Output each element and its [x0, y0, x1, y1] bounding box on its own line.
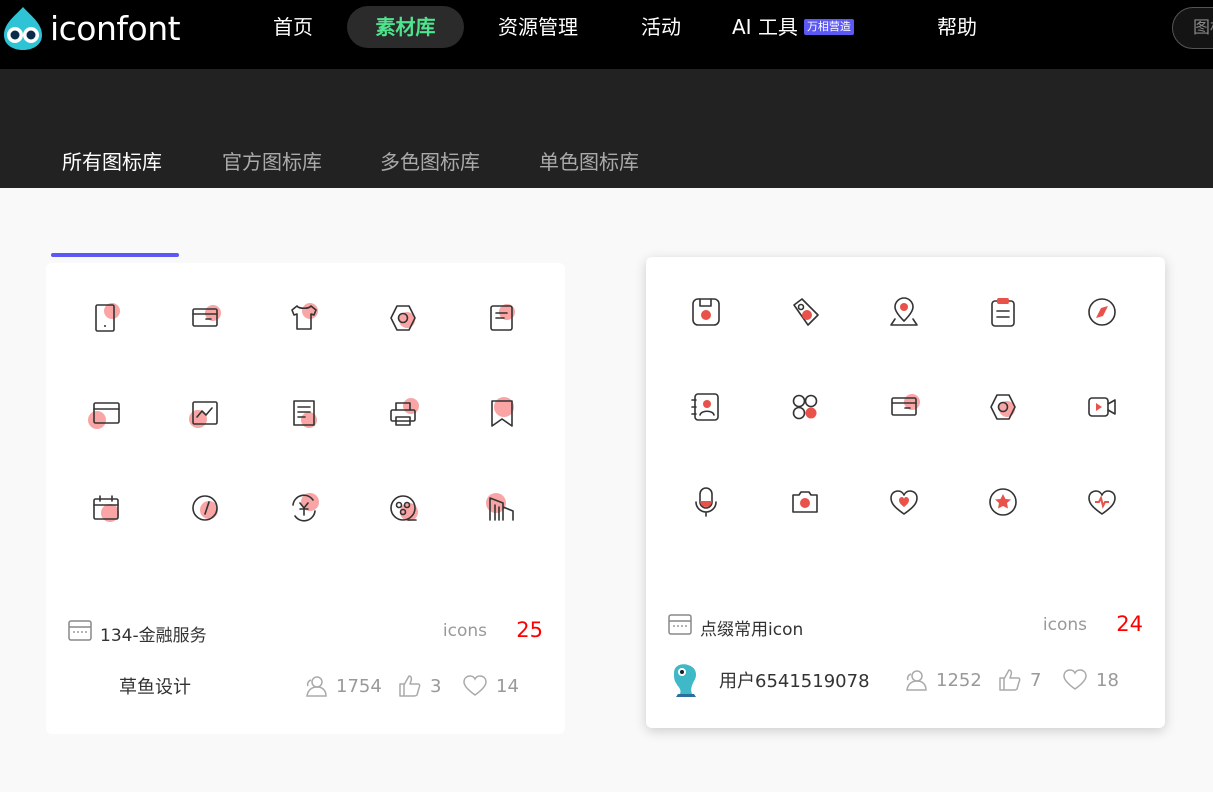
- location-pin-icon: [879, 287, 929, 337]
- favorites-stat[interactable]: 18: [1062, 667, 1119, 693]
- card-icon: [81, 388, 131, 438]
- icons-count: 24: [1116, 612, 1143, 636]
- tab-official-libraries[interactable]: 官方图标库: [222, 138, 322, 186]
- nav-ai-tools-label: AI 工具: [732, 15, 798, 39]
- building-icon: [477, 483, 527, 533]
- users-icon: [906, 670, 927, 691]
- wallet-icon: [879, 382, 929, 432]
- heart-icon: [879, 477, 929, 527]
- clipboard-icon: [978, 287, 1028, 337]
- heart-outline-icon: [1063, 669, 1087, 690]
- contacts-icon: [681, 382, 731, 432]
- printer-icon: [378, 388, 428, 438]
- icons-count: 25: [516, 618, 543, 642]
- note-icon: [477, 293, 527, 343]
- author-stats: 用户6541519078 1252 7 18: [668, 661, 1143, 697]
- favorites-stat[interactable]: 14: [462, 673, 519, 699]
- avatar[interactable]: [668, 661, 702, 697]
- icon-library-card[interactable]: 点缀常用icon icons 24 用户6541519078 1252 7 18: [646, 257, 1165, 728]
- likes-stat[interactable]: 7: [998, 667, 1041, 693]
- thumbs-up-icon: [399, 675, 421, 697]
- nav-home[interactable]: 首页: [258, 6, 328, 48]
- collection-icon: [68, 620, 92, 641]
- camera-icon: [780, 477, 830, 527]
- author-name[interactable]: 草鱼设计: [119, 673, 191, 699]
- shirt-icon: [279, 293, 329, 343]
- likes-count: 3: [430, 675, 442, 697]
- users-stat: 1252: [904, 667, 982, 693]
- collection-icon: [668, 614, 692, 635]
- tab-all-libraries[interactable]: 所有图标库: [62, 138, 162, 186]
- favorites-count: 14: [496, 675, 519, 697]
- compass-icon: [1077, 287, 1127, 337]
- users-stat: 1754: [304, 673, 382, 699]
- library-tabs-bar: 所有图标库 官方图标库 多色图标库 单色图标库: [0, 69, 1213, 257]
- collection-info: 点缀常用icon icons 24: [668, 611, 1143, 641]
- star-badge-icon: [978, 477, 1028, 527]
- nav-resource-management[interactable]: 资源管理: [486, 6, 590, 48]
- chart-icon: [180, 388, 230, 438]
- bookmark-icon: [477, 388, 527, 438]
- gauge-icon: [180, 483, 230, 533]
- video-icon: [1077, 382, 1127, 432]
- author-stats: 草鱼设计 1754 3 14: [68, 667, 543, 703]
- coins-icon: [378, 483, 428, 533]
- apps-icon: [780, 382, 830, 432]
- ai-badge: 万相营造: [803, 18, 854, 35]
- active-tab-indicator: [51, 253, 179, 257]
- thumbs-up-icon: [999, 669, 1021, 691]
- icon-library-card[interactable]: 134-金融服务 icons 25 草鱼设计 1754 3 14: [46, 263, 565, 734]
- microphone-icon: [681, 477, 731, 527]
- logo-mascot-icon: [4, 7, 42, 50]
- author-name[interactable]: 用户6541519078: [719, 667, 870, 693]
- yen-cycle-icon: [279, 483, 329, 533]
- hexagon-icon: [378, 293, 428, 343]
- users-count: 1754: [336, 675, 382, 697]
- tab-multicolor-libraries[interactable]: 多色图标库: [380, 138, 480, 186]
- likes-count: 7: [1030, 669, 1042, 691]
- users-count: 1252: [936, 669, 982, 691]
- calendar-icon: [81, 483, 131, 533]
- collection-name[interactable]: 134-金融服务: [100, 621, 207, 646]
- hexagon-icon: [978, 382, 1028, 432]
- iconfont-logo[interactable]: iconfont: [0, 5, 181, 51]
- heart-pulse-icon: [1077, 477, 1127, 527]
- likes-stat[interactable]: 3: [398, 673, 441, 699]
- tag-icon: [780, 287, 830, 337]
- wallet-icon: [180, 293, 230, 343]
- icons-label: icons: [1042, 615, 1087, 635]
- tab-monochrome-libraries[interactable]: 单色图标库: [539, 138, 639, 186]
- tablet-icon: [81, 293, 131, 343]
- heart-outline-icon: [463, 675, 487, 696]
- icons-label: icons: [442, 621, 487, 641]
- collection-info: 134-金融服务 icons 25: [68, 617, 543, 647]
- save-icon: [681, 287, 731, 337]
- nav-help[interactable]: 帮助: [922, 6, 992, 48]
- top-navbar: iconfont 首页 素材库 资源管理 活动 AI 工具万相营造 帮助 图标: [0, 0, 1213, 69]
- favorites-count: 18: [1096, 669, 1119, 691]
- nav-activities[interactable]: 活动: [628, 6, 694, 48]
- document-icon: [279, 388, 329, 438]
- nav-ai-tools[interactable]: AI 工具 万相营造: [732, 6, 882, 48]
- logo-text: iconfont: [50, 8, 181, 48]
- search-input[interactable]: 图标: [1172, 7, 1213, 49]
- collection-name[interactable]: 点缀常用icon: [700, 615, 803, 640]
- nav-materials[interactable]: 素材库: [347, 6, 464, 48]
- users-icon: [306, 676, 327, 697]
